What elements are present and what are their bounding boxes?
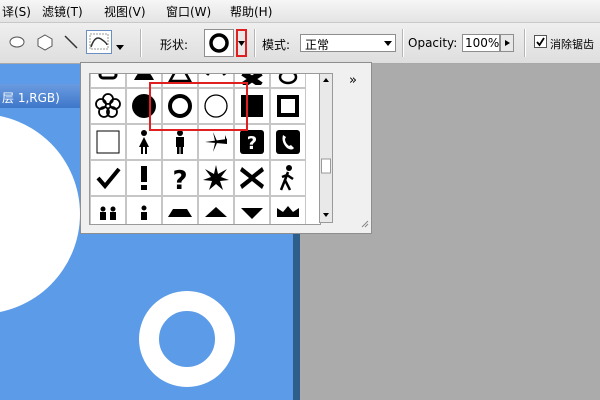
menu-view[interactable]: 视图(V) — [104, 3, 146, 20]
shape-cell-square-outline[interactable] — [90, 74, 126, 88]
shape-label: 形状: — [160, 38, 189, 52]
shape-cell-walker[interactable] — [270, 160, 306, 196]
custom-shape-tool-icon[interactable] — [86, 30, 112, 54]
white-circle-shape — [0, 116, 80, 312]
shape-cell-crown[interactable] — [270, 196, 306, 224]
scroll-thumb — [321, 158, 331, 174]
menu-bar: 译(S) 滤镜(T) 视图(V) 窗口(W) 帮助(H) — [0, 0, 600, 23]
chevron-down-icon — [384, 41, 392, 46]
separator — [524, 29, 526, 57]
shape-dropdown-arrow-icon[interactable] — [236, 29, 247, 57]
shape-cell-flower-outline[interactable] — [90, 88, 126, 124]
antialias-label: 消除锯齿 — [550, 38, 594, 51]
shape-cell-question[interactable]: ? — [162, 160, 198, 196]
scroll-up-arrow-icon — [323, 78, 329, 82]
document-tab[interactable]: 层 1,RGB) — [0, 84, 80, 108]
shape-cell-hexagon[interactable] — [162, 196, 198, 224]
menu-help[interactable]: 帮助(H) — [230, 3, 272, 20]
highlight-box — [149, 82, 248, 131]
menu-filter[interactable]: 滤镜(T) — [42, 3, 83, 20]
shape-cell-phone-box[interactable] — [270, 124, 306, 160]
mode-value: 正常 — [305, 38, 330, 52]
shape-cell-exclamation[interactable] — [126, 160, 162, 196]
separator — [254, 29, 256, 57]
options-bar: 形状: 模式: 正常 Opacity: 100% 消除锯齿 — [0, 23, 600, 64]
shape-cell-person-small[interactable] — [126, 196, 162, 224]
tool-dropdown-arrow-icon[interactable] — [116, 39, 124, 53]
menu-window[interactable]: 窗口(W) — [166, 3, 211, 20]
shape-cell-starburst[interactable] — [198, 160, 234, 196]
opacity-slider-button[interactable] — [500, 34, 514, 52]
scroll-down-arrow-icon — [323, 213, 329, 217]
mode-label: 模式: — [262, 38, 291, 52]
line-tool-icon[interactable] — [62, 33, 80, 54]
polygon-tool-icon[interactable] — [36, 33, 54, 54]
shape-cell-triangle-down[interactable] — [234, 196, 270, 224]
opacity-value: 100% — [465, 36, 500, 50]
shape-cell-x-bold[interactable] — [234, 160, 270, 196]
opacity-input[interactable]: 100% — [462, 34, 500, 52]
shape-cell-square-frame[interactable] — [270, 88, 306, 124]
svg-text:?: ? — [172, 166, 187, 193]
shape-cell-square-thin[interactable] — [90, 124, 126, 160]
separator — [402, 29, 404, 57]
shape-grid-scrollbar[interactable] — [319, 73, 333, 223]
menu-select[interactable]: 译(S) — [2, 3, 31, 20]
shape-cell-checkmark[interactable] — [90, 160, 126, 196]
ellipse-tool-icon[interactable] — [8, 35, 26, 52]
document-tab-title: 层 1,RGB) — [2, 91, 60, 105]
shape-cell-blob[interactable] — [270, 74, 306, 88]
svg-text:?: ? — [247, 133, 257, 154]
expand-menu-icon[interactable]: » — [349, 73, 357, 88]
antialias-checkbox[interactable] — [534, 35, 547, 48]
separator — [140, 29, 142, 57]
mode-select[interactable]: 正常 — [300, 34, 396, 52]
resize-grip-icon[interactable] — [361, 217, 369, 231]
opacity-label: Opacity: — [408, 36, 458, 50]
scrollbar-arrows — [321, 78, 331, 217]
white-ring-shape — [139, 291, 235, 387]
shape-cell-triangle[interactable] — [198, 196, 234, 224]
shape-preview-box[interactable] — [204, 29, 234, 57]
shape-cell-people[interactable] — [90, 196, 126, 224]
